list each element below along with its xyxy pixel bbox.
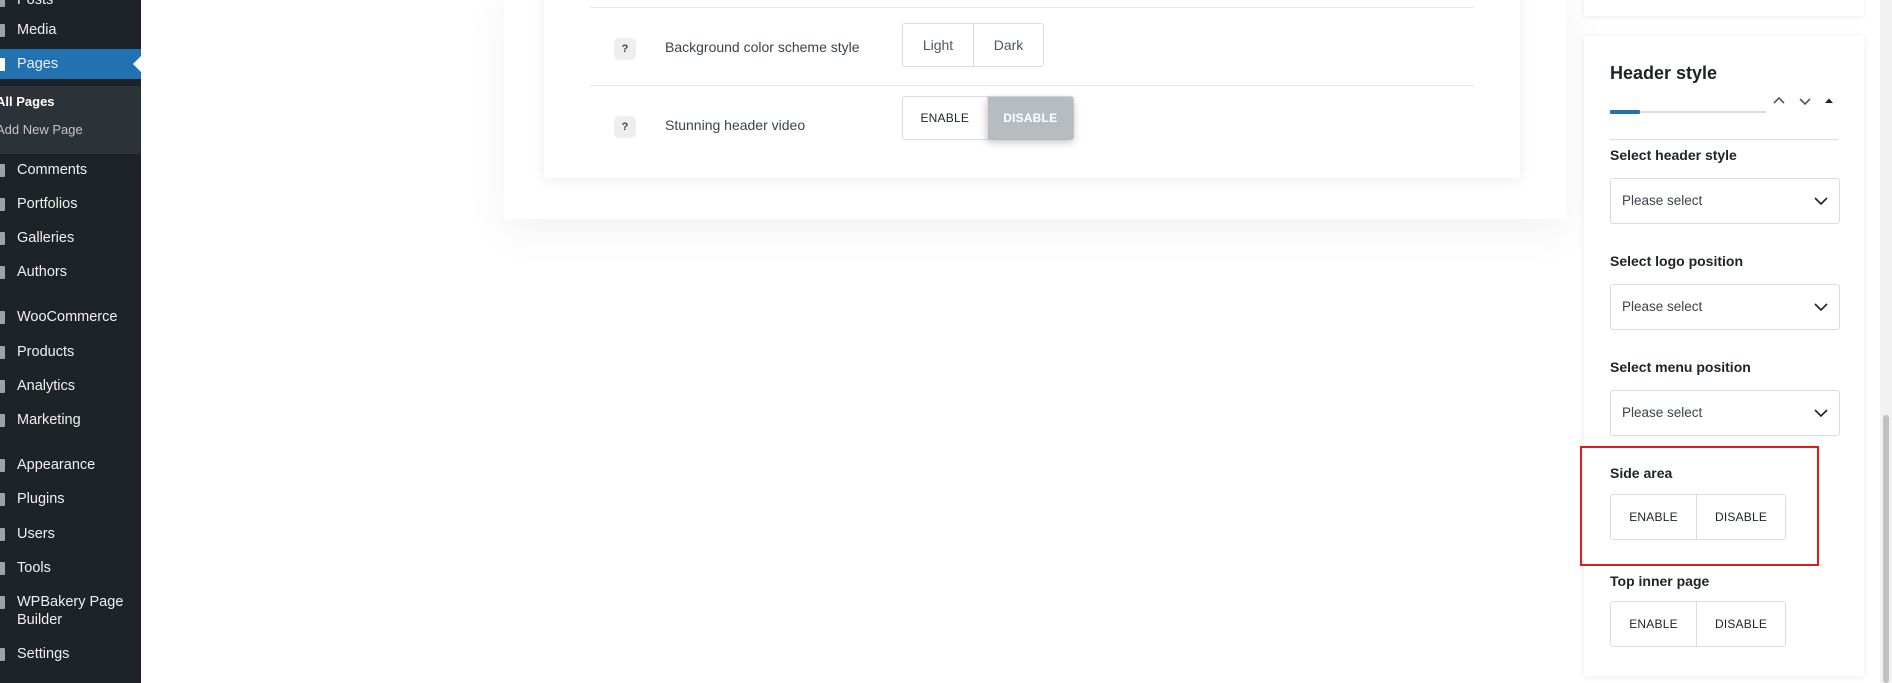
help-icon[interactable]: ? <box>614 38 636 60</box>
chevron-down-icon <box>1813 405 1829 421</box>
galleries-icon <box>0 231 5 245</box>
tools-icon <box>0 561 5 575</box>
sidebar-item-label: Products <box>17 344 75 360</box>
admin-sidebar: Posts Media Pages All Pages Add New Page… <box>0 0 141 683</box>
sidebar-item-tools[interactable]: Tools <box>0 553 141 583</box>
sidebar-item-analytics[interactable]: Analytics <box>0 371 141 401</box>
sidebar-item-label: WPBakery Page Builder <box>17 594 124 628</box>
panel-tab-indicator <box>1610 110 1640 114</box>
comments-icon <box>0 163 5 177</box>
color-scheme-toggle: Light Dark <box>902 23 1044 67</box>
wpbakery-icon <box>0 596 5 609</box>
sidebar-item-label: Portfolios <box>17 196 78 212</box>
row-divider <box>590 7 1474 8</box>
sidebar-item-plugins[interactable]: Plugins <box>0 484 141 514</box>
sidebar-item-label: Analytics <box>17 378 76 394</box>
sidebar-item-settings[interactable]: Settings <box>0 639 141 669</box>
panel-divider <box>1610 139 1838 140</box>
top-inner-page-toggle: ENABLE DISABLE <box>1610 601 1786 647</box>
sidebar-item-label: WooCommerce <box>17 309 118 325</box>
pages-icon <box>0 57 5 71</box>
header-style-select[interactable]: Please select <box>1610 178 1840 224</box>
sidebar-item-comments[interactable]: Comments <box>0 155 141 185</box>
portfolios-icon <box>0 197 5 211</box>
submenu-item-add-new-page[interactable]: Add New Page <box>0 122 83 137</box>
sidebar-item-products[interactable]: Products <box>0 337 141 367</box>
sidebar-item-marketing[interactable]: Marketing <box>0 405 141 435</box>
panel-title: Header style <box>1610 63 1718 83</box>
chevron-down-icon <box>1813 299 1829 315</box>
sidebar-item-wpbakery[interactable]: WPBakery Page Builder <box>0 589 141 633</box>
option-dark-button[interactable]: Dark <box>973 24 1043 66</box>
label-top-inner-page: Top inner page <box>1610 573 1710 589</box>
sidebar-item-posts[interactable]: Posts <box>0 0 141 15</box>
sidebar-item-label: Users <box>17 526 55 542</box>
marketing-icon <box>0 413 5 427</box>
chevron-down-icon[interactable] <box>1797 93 1813 109</box>
sidebar-item-label: Settings <box>17 646 70 662</box>
row-divider <box>590 85 1474 86</box>
logo-position-select[interactable]: Please select <box>1610 284 1840 330</box>
authors-icon <box>0 265 5 279</box>
stunning-header-video-toggle: ENABLE DISABLE <box>902 96 1074 140</box>
users-icon <box>0 527 5 541</box>
side-panel-top-box <box>1584 0 1864 16</box>
appearance-icon <box>0 458 5 472</box>
sidebar-item-appearance[interactable]: Appearance <box>0 450 141 480</box>
sidebar-item-authors[interactable]: Authors <box>0 257 141 287</box>
row-label-background-color-scheme: Background color scheme style <box>665 39 860 55</box>
help-icon[interactable]: ? <box>614 116 636 138</box>
products-icon <box>0 345 5 359</box>
sidebar-item-media[interactable]: Media <box>0 15 141 45</box>
sidebar-item-label: Authors <box>17 264 67 280</box>
select-value: Please select <box>1622 405 1703 420</box>
posts-icon <box>0 0 5 7</box>
woocommerce-icon <box>0 310 5 324</box>
label-select-logo-position: Select logo position <box>1610 253 1744 269</box>
sidebar-item-label: Pages <box>17 56 59 72</box>
select-value: Please select <box>1622 299 1703 314</box>
label-select-menu-position: Select menu position <box>1610 359 1751 375</box>
sidebar-item-portfolios[interactable]: Portfolios <box>0 189 141 219</box>
submenu-item-all-pages[interactable]: All Pages <box>0 94 55 109</box>
sidebar-item-label: Appearance <box>17 457 96 473</box>
sidebar-item-label: Posts <box>17 0 54 8</box>
enable-button[interactable]: ENABLE <box>1611 602 1696 646</box>
chevron-down-icon <box>1813 193 1829 209</box>
disable-button[interactable]: DISABLE <box>986 97 1073 139</box>
sidebar-item-woocommerce[interactable]: WooCommerce <box>0 302 141 332</box>
select-value: Please select <box>1622 193 1703 208</box>
media-icon <box>0 23 5 37</box>
sidebar-item-label: Media <box>17 22 57 38</box>
analytics-icon <box>0 379 5 393</box>
collapse-arrow-icon[interactable] <box>1821 93 1837 109</box>
label-select-header-style: Select header style <box>1610 147 1737 163</box>
highlight-box <box>1580 446 1819 566</box>
enable-button[interactable]: ENABLE <box>903 97 987 139</box>
sidebar-item-label: Comments <box>17 162 88 178</box>
sidebar-item-label: Galleries <box>17 230 75 246</box>
sidebar-item-galleries[interactable]: Galleries <box>0 223 141 253</box>
settings-icon <box>0 647 5 661</box>
chevron-up-icon[interactable] <box>1771 93 1787 109</box>
active-indicator-arrow <box>133 56 141 72</box>
menu-position-select[interactable]: Please select <box>1610 390 1840 436</box>
sidebar-item-users[interactable]: Users <box>0 519 141 549</box>
sidebar-item-label: Plugins <box>17 491 65 507</box>
plugins-icon <box>0 492 5 506</box>
disable-button[interactable]: DISABLE <box>1696 602 1785 646</box>
sidebar-item-label: Marketing <box>17 412 81 428</box>
sidebar-item-pages[interactable]: Pages <box>0 49 141 79</box>
row-label-stunning-header-video: Stunning header video <box>665 117 806 133</box>
sidebar-item-label: Tools <box>17 560 51 576</box>
option-light-button[interactable]: Light <box>903 24 973 66</box>
scrollbar-thumb[interactable] <box>1883 415 1889 683</box>
